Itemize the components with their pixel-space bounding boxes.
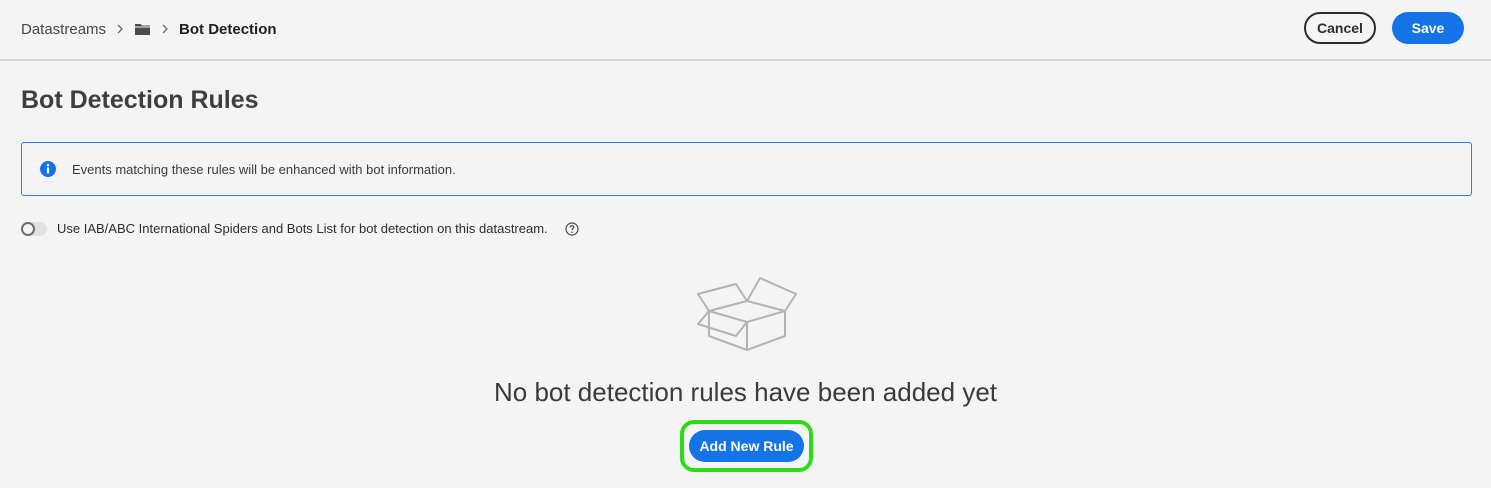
add-rule-highlight: Add New Rule: [680, 420, 813, 472]
breadcrumb-datastreams-link[interactable]: Datastreams: [21, 21, 106, 38]
chevron-right-icon: [161, 24, 169, 34]
help-icon[interactable]: [565, 222, 579, 236]
chevron-right-icon: [116, 24, 124, 34]
page-title: Bot Detection Rules: [21, 86, 259, 114]
add-new-rule-button[interactable]: Add New Rule: [689, 430, 804, 462]
cancel-button[interactable]: Cancel: [1304, 12, 1376, 44]
iab-bot-list-switch[interactable]: [21, 222, 47, 236]
info-banner: Events matching these rules will be enha…: [21, 142, 1472, 196]
breadcrumb: Datastreams Bot Detection: [21, 18, 277, 40]
save-button[interactable]: Save: [1392, 12, 1464, 44]
info-banner-text: Events matching these rules will be enha…: [72, 162, 456, 177]
iab-bot-list-label: Use IAB/ABC International Spiders and Bo…: [57, 221, 548, 236]
switch-knob: [21, 222, 35, 236]
info-icon: [40, 161, 56, 177]
folder-icon[interactable]: [134, 22, 151, 36]
empty-state-heading: No bot detection rules have been added y…: [493, 377, 998, 407]
empty-box-icon: [697, 277, 797, 351]
breadcrumb-current: Bot Detection: [179, 20, 277, 38]
header-bar: Datastreams Bot Detection Cancel Save: [0, 0, 1491, 61]
